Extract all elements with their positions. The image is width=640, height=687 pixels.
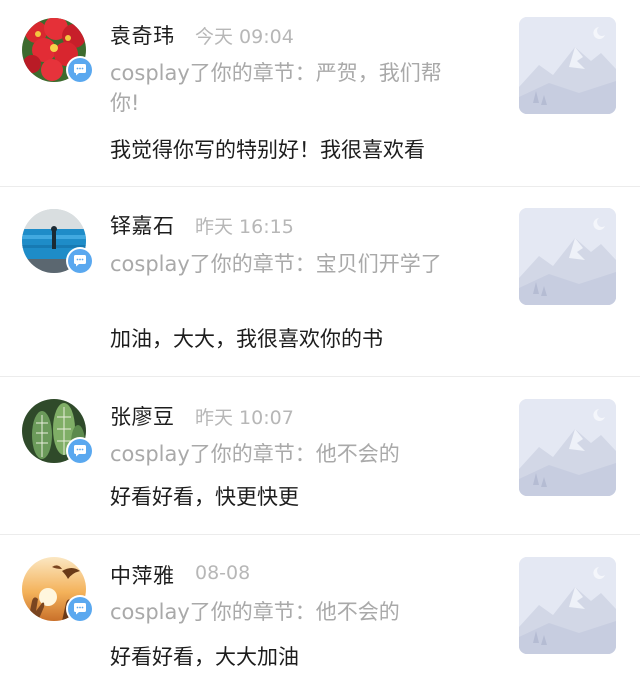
chapter-thumbnail[interactable]	[519, 557, 616, 654]
user-name[interactable]: 袁奇玮	[110, 20, 175, 50]
chat-bubble-icon	[74, 603, 86, 615]
chapter-thumbnail[interactable]	[519, 17, 616, 114]
comment-badge	[66, 247, 94, 275]
action-text: cosplay了你的章节：宝贝们开学了	[110, 252, 442, 276]
action-text: cosplay了你的章节：他不会的	[110, 600, 400, 624]
chat-bubble-icon	[74, 255, 86, 267]
timestamp: 今天 09:04	[195, 26, 294, 48]
timestamp: 昨天 10:07	[195, 407, 294, 429]
action-text: cosplay了你的章节：严贺，我们帮你!	[110, 61, 442, 115]
comment-badge	[66, 56, 94, 84]
notification-item[interactable]: 袁奇玮 今天 09:04 cosplay了你的章节：严贺，我们帮你! 我觉得你写…	[0, 0, 640, 187]
chat-bubble-icon	[74, 445, 86, 457]
action-text: cosplay了你的章节：他不会的	[110, 442, 400, 466]
user-name[interactable]: 中萍雅	[110, 560, 175, 590]
comment-badge	[66, 437, 94, 465]
comment-text: 好看好看，大大加油	[110, 645, 299, 669]
comment-text: 加油，大大，我很喜欢你的书	[110, 327, 383, 351]
notification-item[interactable]: 中萍雅 08-08 cosplay了你的章节：他不会的 好看好看，大大加油	[0, 535, 640, 687]
notification-list: 袁奇玮 今天 09:04 cosplay了你的章节：严贺，我们帮你! 我觉得你写…	[0, 0, 640, 687]
user-name[interactable]: 张廖豆	[110, 401, 175, 431]
timestamp: 08-08	[195, 562, 251, 584]
comment-badge	[66, 595, 94, 623]
comment-text: 好看好看，快更快更	[110, 485, 299, 509]
notification-item[interactable]: 铎嘉石 昨天 16:15 cosplay了你的章节：宝贝们开学了 加油，大大，我…	[0, 187, 640, 377]
user-name[interactable]: 铎嘉石	[110, 210, 175, 240]
chat-bubble-icon	[74, 64, 86, 76]
chapter-thumbnail[interactable]	[519, 208, 616, 305]
chapter-thumbnail[interactable]	[519, 399, 616, 496]
timestamp: 昨天 16:15	[195, 216, 294, 238]
comment-text: 我觉得你写的特别好！我很喜欢看	[110, 138, 425, 162]
notification-item[interactable]: 张廖豆 昨天 10:07 cosplay了你的章节：他不会的 好看好看，快更快更	[0, 377, 640, 535]
